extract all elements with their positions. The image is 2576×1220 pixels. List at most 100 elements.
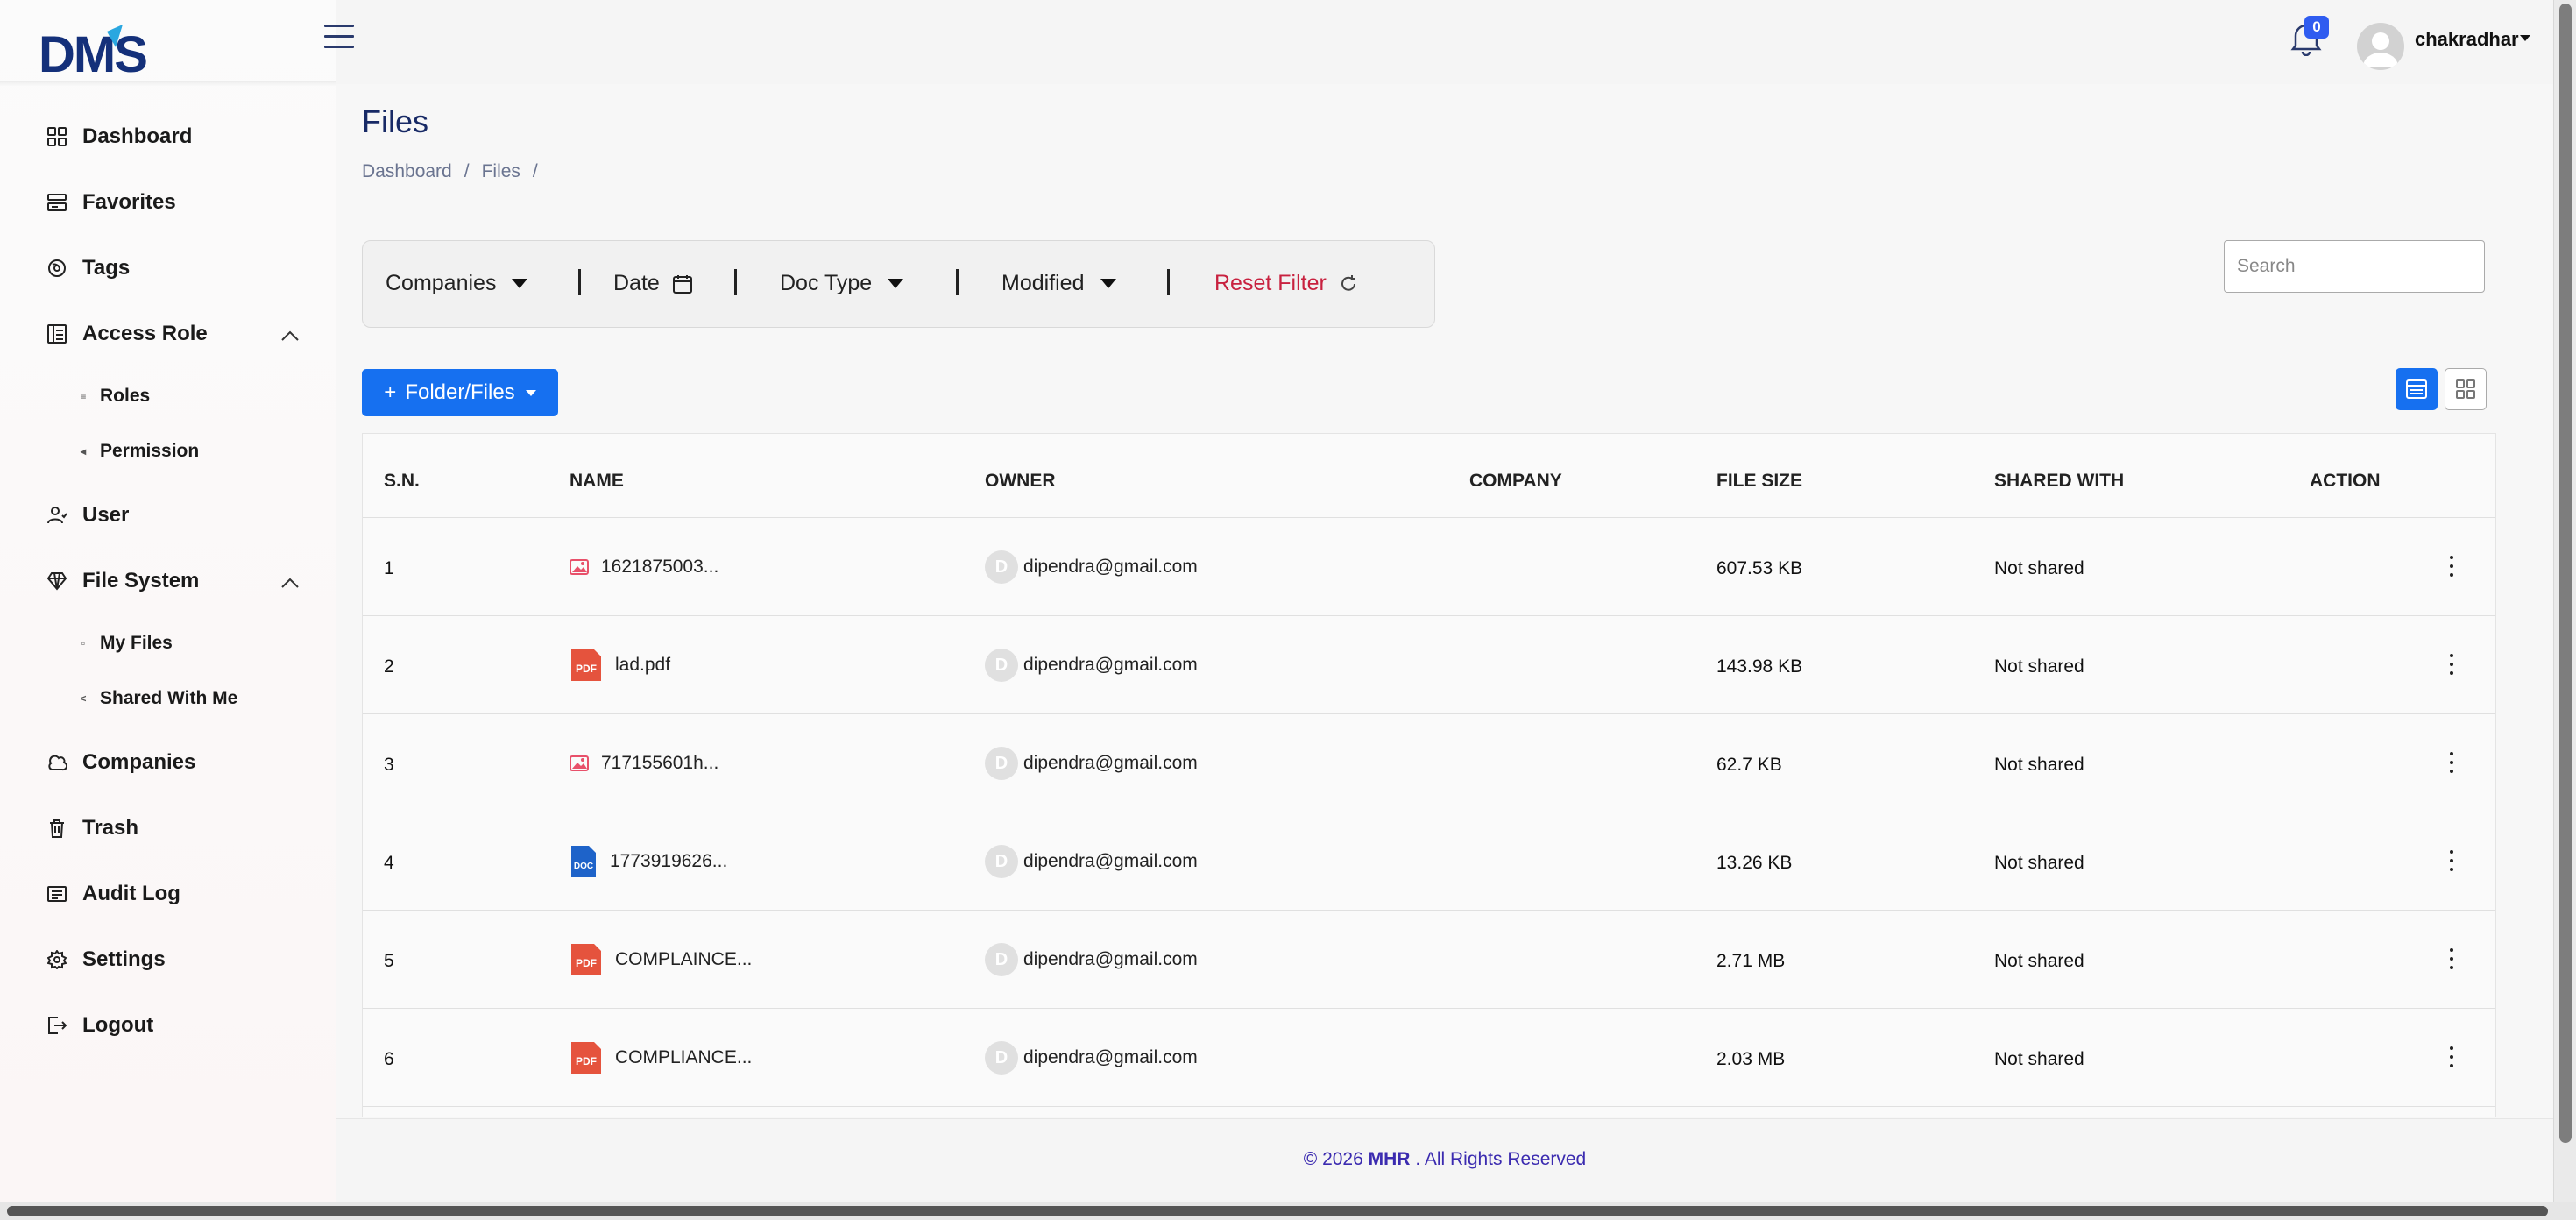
file-name[interactable]: 1773919626... (610, 851, 727, 872)
table-row[interactable]: 4 DOC 1773919626... Ddipendra@gmail.com 13.2… (363, 812, 2495, 911)
cell-sn: 6 (384, 1049, 394, 1069)
row-actions-kebab-icon[interactable] (2443, 651, 2460, 677)
caret-down-icon (525, 389, 536, 396)
owner-avatar: D (985, 1041, 1018, 1075)
filter-bar: Companies Date Doc Type Modified Reset F… (362, 240, 1435, 328)
horizontal-scrollbar[interactable] (0, 1202, 2576, 1220)
table-row[interactable]: 6 PDF COMPLIANCE... Ddipendra@gmail.com 2.03… (363, 1009, 2495, 1107)
owner-email: dipendra@gmail.com (1023, 949, 1198, 969)
column-header-owner: OWNER (985, 471, 1056, 491)
logo-separator (0, 81, 336, 86)
breadcrumb-dashboard[interactable]: Dashboard (362, 161, 452, 182)
sidebar-item-companies[interactable]: Companies (46, 743, 300, 782)
cell-sn: 5 (384, 951, 394, 971)
companies-filter[interactable]: Companies (386, 271, 528, 296)
footer: © 2026 MHR . All Rights Reserved (336, 1118, 2553, 1202)
filter-divider (734, 269, 737, 295)
calendar-icon (672, 273, 693, 294)
row-actions-kebab-icon[interactable] (2443, 1044, 2460, 1070)
sidebar-item-roles[interactable]: ≡ Roles (79, 380, 150, 412)
cell-sn: 3 (384, 755, 394, 775)
footer-copyright: © 2026 (1303, 1149, 1363, 1169)
row-actions-kebab-icon[interactable] (2443, 848, 2460, 874)
file-name[interactable]: 1621875003... (601, 557, 718, 578)
row-actions-kebab-icon[interactable] (2443, 946, 2460, 972)
avatar[interactable] (2357, 23, 2404, 70)
column-header-company: COMPANY (1469, 471, 1562, 491)
owner-email: dipendra@gmail.com (1023, 851, 1198, 871)
permission-icon: ◂ (80, 445, 87, 458)
sidebar-item-shared-with-me[interactable]: < Shared With Me (79, 683, 237, 714)
sidebar-item-audit-log[interactable]: Audit Log (46, 875, 300, 913)
sidebar-item-label: Favorites (82, 190, 176, 214)
sidebar-item-settings[interactable]: Settings (46, 940, 300, 979)
sidebar-item-my-files[interactable]: ▫ My Files (79, 628, 173, 659)
vertical-scrollbar-thumb[interactable] (2559, 4, 2572, 1143)
cell-sn: 2 (384, 656, 394, 677)
cell-name[interactable]: 717155601h... (570, 714, 718, 812)
sidebar-item-label: Companies (82, 750, 196, 774)
username[interactable]: chakradhar (2415, 28, 2519, 51)
sidebar-item-label: Trash (82, 816, 139, 840)
tag-icon (46, 257, 68, 280)
cell-file-size: 2.71 MB (1716, 951, 1786, 971)
user-menu-caret-icon[interactable] (2520, 35, 2530, 41)
hamburger-menu-icon[interactable] (324, 25, 354, 51)
search-input[interactable] (2224, 240, 2485, 293)
owner-email: dipendra@gmail.com (1023, 1047, 1198, 1068)
table-row[interactable]: 5 PDF COMPLAINCE... Ddipendra@gmail.com 2.71… (363, 911, 2495, 1009)
file-name[interactable]: COMPLAINCE... (615, 949, 752, 970)
sidebar-item-dashboard[interactable]: Dashboard (46, 117, 300, 156)
notification-badge: 0 (2304, 16, 2329, 39)
vertical-scrollbar[interactable] (2553, 0, 2576, 1202)
sidebar-item-logout[interactable]: Logout (46, 1006, 300, 1045)
file-name[interactable]: 717155601h... (601, 753, 718, 774)
cell-name[interactable]: PDF COMPLIANCE... (570, 1009, 752, 1107)
plus-icon: + (384, 380, 397, 404)
date-filter[interactable]: Date (613, 271, 693, 296)
cell-name[interactable]: 1621875003... (570, 518, 718, 616)
pdf-file-icon: PDF (570, 648, 603, 683)
row-actions-kebab-icon[interactable] (2443, 553, 2460, 579)
horizontal-scrollbar-thumb[interactable] (7, 1206, 2548, 1216)
owner-email: dipendra@gmail.com (1023, 557, 1198, 577)
column-header-name: NAME (570, 471, 624, 491)
svg-text:PDF: PDF (576, 663, 597, 675)
cell-owner: Ddipendra@gmail.com (985, 911, 1198, 1009)
cell-name[interactable]: PDF COMPLAINCE... (570, 911, 752, 1009)
breadcrumb-separator: / (464, 161, 470, 181)
sidebar-item-permission[interactable]: ◂ Permission (79, 436, 199, 467)
svg-text:DOC: DOC (574, 862, 593, 871)
row-actions-kebab-icon[interactable] (2443, 749, 2460, 776)
file-name[interactable]: lad.pdf (615, 655, 670, 676)
companies-icon (46, 751, 68, 774)
file-name[interactable]: COMPLIANCE... (615, 1047, 752, 1068)
filter-divider (956, 269, 959, 295)
doc-type-filter[interactable]: Doc Type (780, 271, 904, 296)
footer-brand[interactable]: MHR (1369, 1149, 1411, 1169)
owner-avatar: D (985, 845, 1018, 878)
sidebar-item-trash[interactable]: Trash (46, 809, 300, 848)
dms-logo[interactable]: DMS (39, 23, 170, 75)
grid-view-toggle[interactable] (2445, 368, 2487, 410)
sidebar-item-file-system[interactable]: File System (46, 562, 300, 600)
file-system-icon (46, 570, 68, 592)
modified-filter[interactable]: Modified (1001, 271, 1116, 296)
cell-shared-with: Not shared (1994, 1049, 2084, 1069)
list-view-toggle[interactable] (2396, 368, 2438, 410)
owner-avatar: D (985, 550, 1018, 584)
table-row[interactable]: 2 PDF lad.pdf Ddipendra@gmail.com 143.98 KB N… (363, 616, 2495, 714)
grid-view-icon (2456, 379, 2475, 399)
reset-filter-button[interactable]: Reset Filter (1214, 271, 1358, 296)
add-folder-files-button[interactable]: + Folder/Files (362, 369, 558, 416)
table-row[interactable]: 3 717155601h... Ddipendra@gmail.com 62.7 KB… (363, 714, 2495, 812)
sidebar-item-tags[interactable]: Tags (46, 249, 300, 287)
cell-name[interactable]: PDF lad.pdf (570, 616, 670, 714)
sidebar-item-user[interactable]: User (46, 496, 300, 535)
sidebar-item-favorites[interactable]: Favorites (46, 183, 300, 222)
doc-type-filter-label: Doc Type (780, 271, 873, 295)
sidebar-item-access-role[interactable]: Access Role (46, 315, 300, 353)
cell-name[interactable]: DOC 1773919626... (570, 812, 727, 911)
breadcrumb-files[interactable]: Files (482, 161, 520, 182)
table-row[interactable]: 1 1621875003... Ddipendra@gmail.com 607.53 … (363, 518, 2495, 616)
